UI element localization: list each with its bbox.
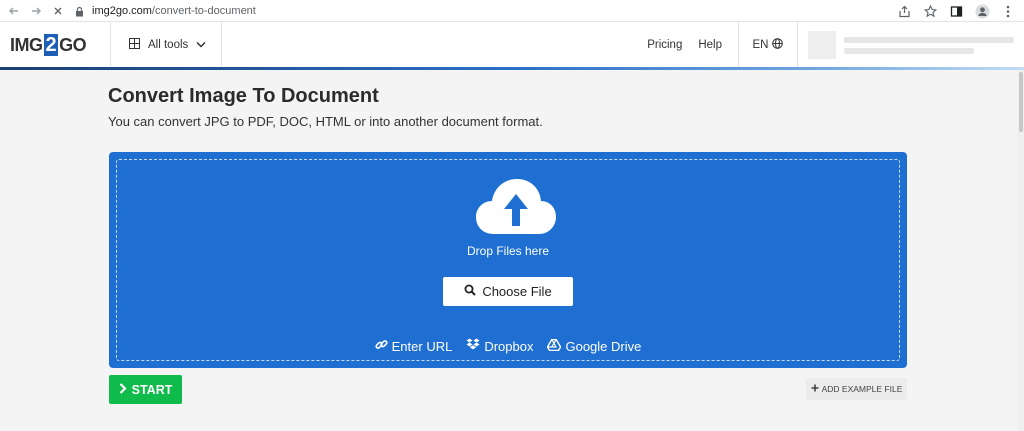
img2go-logo[interactable]: IMG 2 GO [0, 22, 110, 68]
chevron-right-icon [119, 382, 127, 397]
header-accent-stripe [0, 67, 1024, 70]
help-link[interactable]: Help [690, 22, 738, 68]
address-bar[interactable]: img2go.com/convert-to-document [72, 2, 1024, 20]
pricing-link[interactable]: Pricing [639, 22, 690, 68]
browser-toolbar: img2go.com/convert-to-document [0, 0, 1024, 22]
language-label: EN [752, 39, 769, 51]
file-dropzone[interactable]: Drop Files here Choose File Enter URL Dr… [109, 152, 907, 368]
all-tools-label: All tools [148, 39, 189, 51]
stop-loading-icon[interactable] [50, 3, 66, 19]
globe-icon [772, 38, 784, 52]
lock-icon [72, 4, 86, 18]
language-selector[interactable]: EN [739, 22, 797, 68]
kebab-menu-icon[interactable] [1000, 3, 1016, 19]
all-tools-menu[interactable]: All tools [111, 22, 221, 68]
dropbox-icon [466, 338, 480, 354]
url-text: img2go.com/convert-to-document [92, 5, 256, 17]
share-icon[interactable] [896, 3, 912, 19]
site-header: IMG 2 GO All tools Pricing Help EN [0, 22, 1024, 68]
drop-files-text: Drop Files here [466, 244, 550, 258]
account-area[interactable] [798, 22, 1024, 68]
grid-icon [129, 38, 140, 52]
back-icon[interactable] [6, 3, 22, 19]
page-subtitle: You can convert JPG to PDF, DOC, HTML or… [108, 114, 543, 129]
search-icon [464, 284, 477, 299]
bookmark-star-icon[interactable] [922, 3, 938, 19]
page-title: Convert Image To Document [108, 85, 379, 107]
link-icon [375, 338, 388, 354]
side-panel-icon[interactable] [948, 3, 964, 19]
cloud-upload-icon [474, 176, 558, 238]
google-drive-link[interactable]: Google Drive [547, 338, 641, 354]
enter-url-link[interactable]: Enter URL [375, 338, 452, 354]
add-example-file-button[interactable]: ADD EXAMPLE FILE [806, 378, 907, 400]
upload-sources: Enter URL Dropbox Google Drive [117, 338, 899, 354]
scrollbar-thumb[interactable] [1019, 72, 1023, 132]
avatar [808, 31, 836, 59]
add-example-label: ADD EXAMPLE FILE [821, 384, 903, 394]
plus-icon [811, 384, 819, 394]
google-drive-icon [547, 338, 562, 354]
forward-icon[interactable] [28, 3, 44, 19]
dropzone-border: Drop Files here Choose File Enter URL Dr… [116, 159, 900, 361]
choose-file-button[interactable]: Choose File [443, 277, 573, 306]
choose-file-label: Choose File [482, 284, 552, 299]
profile-icon[interactable] [974, 3, 990, 19]
start-label: START [131, 382, 173, 397]
dropbox-link[interactable]: Dropbox [466, 338, 533, 354]
chevron-down-icon [196, 39, 206, 51]
start-button[interactable]: START [109, 375, 182, 404]
